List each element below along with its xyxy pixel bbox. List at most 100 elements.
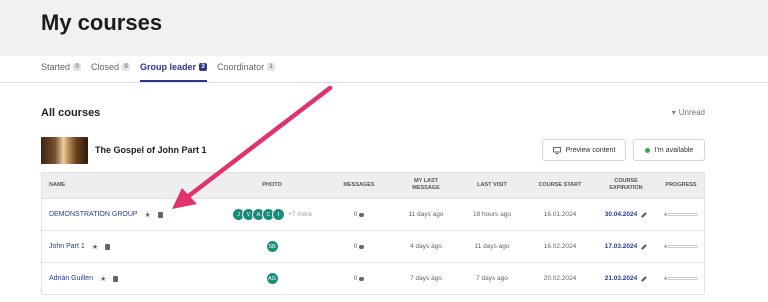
tabs-divider	[0, 82, 768, 83]
group-name-cell: DEMONSTRATION GROUP ★	[49, 199, 163, 230]
my-last-message-cell: 4 days ago	[410, 243, 442, 250]
message-count: 0	[353, 275, 358, 282]
tab-label: Started	[41, 62, 71, 72]
tab-started[interactable]: Started 0	[41, 62, 82, 82]
avatar[interactable]: I	[271, 208, 285, 221]
header-my-last-message: MY LAST MESSAGE	[402, 178, 450, 192]
tab-coordinator[interactable]: Coordinator 1	[217, 62, 276, 82]
progress-cell	[663, 263, 699, 294]
header-progress: PROGRESS	[665, 182, 697, 188]
page-header: My courses	[0, 0, 768, 56]
chat-bubble-icon	[359, 244, 365, 249]
course-thumbnail	[41, 137, 88, 164]
progress-cell	[663, 231, 699, 262]
status-dot-icon	[644, 147, 650, 153]
star-icon[interactable]: ★	[100, 275, 106, 283]
table-header: NAME PHOTO MESSAGES MY LAST MESSAGE LAST…	[42, 173, 704, 199]
my-last-message-cell: 7 days ago	[410, 275, 442, 282]
tab-count-badge: 1	[267, 63, 276, 71]
group-name-link[interactable]: John Part 1	[49, 243, 85, 250]
tab-label: Coordinator	[217, 62, 265, 72]
tab-label: Closed	[91, 62, 120, 72]
chat-bubble-icon	[359, 212, 365, 217]
preview-content-button[interactable]: Preview content	[542, 139, 626, 161]
avatar[interactable]: AG	[265, 272, 279, 285]
last-visit-cell: 7 days ago	[476, 275, 508, 282]
tab-group-leader[interactable]: Group leader 3	[140, 62, 208, 82]
course-start-cell: 20.02.2024	[543, 275, 577, 282]
course-name: The Gospel of John Part 1	[95, 145, 207, 155]
progress-bar	[664, 277, 698, 280]
photo-cell: AG	[228, 263, 316, 294]
group-name-link[interactable]: Adrián Guillen	[49, 275, 93, 282]
more-members-link[interactable]: +7 more	[288, 211, 312, 218]
last-visit-cell: 11 days ago	[474, 243, 510, 250]
progress-cell	[663, 199, 699, 230]
unread-filter[interactable]: ▾ Unread	[672, 108, 705, 117]
tab-count-badge: 3	[199, 63, 208, 71]
note-icon[interactable]	[113, 275, 119, 282]
section-title: All courses	[41, 107, 101, 119]
tab-closed[interactable]: Closed 9	[91, 62, 131, 82]
progress-fill	[665, 214, 666, 215]
monitor-icon	[552, 146, 561, 154]
filter-label: Unread	[678, 108, 705, 117]
header-messages: MESSAGES	[343, 182, 375, 188]
pencil-icon[interactable]	[641, 211, 648, 218]
last-visit-cell: 18 hours ago	[473, 211, 511, 218]
preview-label: Preview content	[565, 146, 616, 154]
message-count: 0	[353, 211, 358, 218]
page-title: My courses	[41, 10, 163, 35]
header-line: MY LAST	[413, 178, 439, 184]
note-icon[interactable]	[157, 211, 163, 218]
expiration-date: 17.03.2024	[604, 243, 638, 250]
course-start-cell: 16.01.2024	[543, 211, 577, 218]
chat-bubble-icon	[359, 276, 365, 281]
header-name: NAME	[49, 182, 66, 188]
table-row: John Part 1 ★ SB 0 4 days ago 11 days ag…	[42, 231, 704, 263]
header-line: EXPIRATION	[609, 185, 643, 191]
group-name-link[interactable]: DEMONSTRATION GROUP	[49, 211, 138, 218]
caret-down-icon: ▾	[671, 108, 676, 117]
messages-cell[interactable]: 0	[335, 199, 383, 230]
header-line: COURSE	[614, 178, 638, 184]
course-tabs: Started 0 Closed 9 Group leader 3 Coordi…	[41, 62, 285, 82]
messages-cell[interactable]: 0	[335, 263, 383, 294]
header-course-expiration: COURSE EXPIRATION	[598, 178, 654, 192]
my-last-message-cell: 11 days ago	[408, 211, 444, 218]
group-name-cell: John Part 1 ★	[49, 231, 111, 262]
note-icon[interactable]	[105, 243, 111, 250]
course-expiration-cell: 30.04.2024	[598, 199, 654, 230]
expiration-date: 30.04.2024	[604, 211, 638, 218]
pencil-icon[interactable]	[641, 243, 648, 250]
course-start-cell: 16.02.2024	[543, 243, 577, 250]
star-icon[interactable]: ★	[92, 243, 98, 251]
tab-label: Group leader	[140, 62, 197, 72]
available-label: I'm available	[654, 146, 694, 154]
progress-fill	[665, 246, 666, 247]
header-last-visit: LAST VISIT	[477, 182, 507, 188]
progress-bar	[664, 245, 698, 248]
available-button[interactable]: I'm available	[633, 139, 705, 161]
course-expiration-cell: 17.03.2024	[598, 231, 654, 262]
avatar[interactable]: SB	[265, 240, 279, 253]
progress-bar	[664, 213, 698, 216]
table-row: Adrián Guillen ★ AG 0 7 days ago 7 days …	[42, 263, 704, 294]
course-expiration-cell: 21.03.2024	[598, 263, 654, 294]
header-line: MESSAGE	[412, 185, 440, 191]
photo-cell: J V A C I +7 more	[228, 199, 316, 230]
message-count: 0	[353, 243, 358, 250]
table-row: DEMONSTRATION GROUP ★ J V A C I +7 more …	[42, 199, 704, 231]
messages-cell[interactable]: 0	[335, 231, 383, 262]
groups-table: NAME PHOTO MESSAGES MY LAST MESSAGE LAST…	[41, 172, 705, 295]
expiration-date: 21.03.2024	[604, 275, 638, 282]
avatar-stack: J V A C I	[231, 208, 285, 221]
header-photo: PHOTO	[262, 182, 282, 188]
progress-fill	[665, 278, 666, 279]
star-icon[interactable]: ★	[145, 211, 151, 219]
tab-count-badge: 0	[73, 63, 82, 71]
pencil-icon[interactable]	[641, 275, 648, 282]
group-name-cell: Adrián Guillen ★	[49, 263, 119, 294]
header-course-start: COURSE START	[538, 182, 582, 188]
tab-count-badge: 9	[122, 63, 131, 71]
